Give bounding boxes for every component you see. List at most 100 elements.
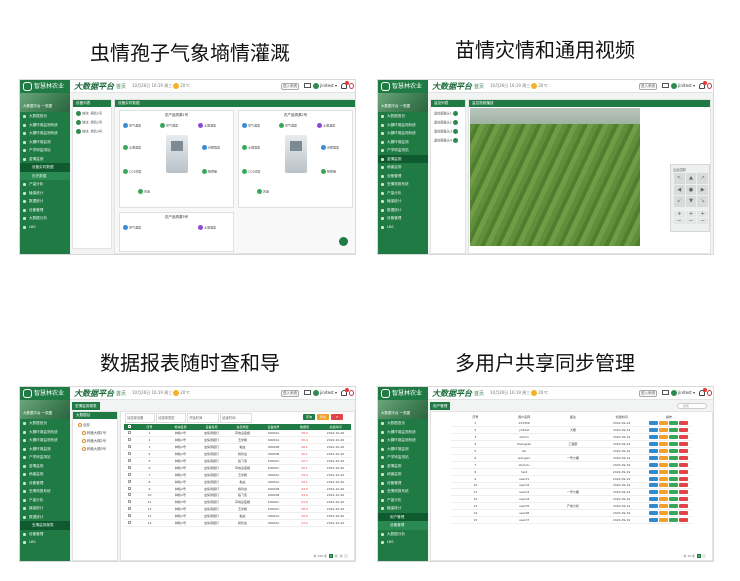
row-checkbox[interactable] xyxy=(124,478,134,486)
sidebar-item[interactable]: 大棚环境监测系统 xyxy=(20,129,70,138)
delete-button[interactable] xyxy=(679,462,688,467)
table-row[interactable]: 2 jinitest 大棚 2022-09-19 xyxy=(451,426,692,435)
permission-button[interactable] xyxy=(669,449,678,453)
sidebar-item[interactable]: 病害监测 xyxy=(378,470,428,479)
permission-button[interactable] xyxy=(669,442,678,447)
table-row[interactable]: 11 user03 一号大棚 2022-09-19 xyxy=(451,488,692,497)
edit-button[interactable] xyxy=(649,504,658,509)
sidebar-item[interactable]: 大棚环境监测 xyxy=(20,445,70,454)
delete-button[interactable] xyxy=(679,435,688,440)
table-row[interactable]: 14 种植1号 虫情测报灯 棉铃虫 40000A 37.2 2022-10-26 xyxy=(124,519,351,527)
reset-password-button[interactable] xyxy=(659,449,668,453)
focus-in-button[interactable]: + xyxy=(685,211,697,217)
home-link[interactable]: 首页 xyxy=(474,390,484,397)
table-row[interactable]: 14 user06 2022-09-19 xyxy=(451,509,692,517)
user-menu[interactable]: jinitest ▾ xyxy=(313,390,337,396)
reset-password-button[interactable] xyxy=(659,490,668,495)
ptz-up-button[interactable]: ▲ xyxy=(685,173,697,184)
app-logo[interactable]: 智慧林农业 xyxy=(20,80,70,93)
sidebar-item[interactable]: 设备管理 xyxy=(378,479,428,488)
enter-system-button[interactable]: 进入系统 xyxy=(639,83,657,90)
table-row[interactable]: 3 种植2号 虫情测报灯 黏虫 40000B 48.1 2022-10-26 xyxy=(124,443,351,452)
delete-button[interactable]: ✕ xyxy=(331,414,343,420)
row-checkbox[interactable] xyxy=(124,471,134,479)
sidebar-item[interactable]: 设备管理 xyxy=(20,206,70,215)
enter-system-button[interactable]: 进入系统 xyxy=(639,390,657,397)
sidebar-item[interactable]: 大棚环境监测系统 xyxy=(20,428,70,437)
tree-node[interactable]: 种植大棚1号 xyxy=(82,430,117,435)
ptz-right-button[interactable]: ▶ xyxy=(697,184,708,196)
sidebar-item[interactable]: 设备管理 xyxy=(20,479,70,488)
table-row[interactable]: 10 user02 2022-09-19 xyxy=(451,482,692,490)
edit-button[interactable] xyxy=(649,517,658,522)
sidebar-item[interactable]: 产量分析 xyxy=(378,496,428,505)
table-row[interactable]: 7 zhaoliu 2022-09-19 xyxy=(451,461,692,469)
permission-button[interactable] xyxy=(669,435,678,440)
edit-button[interactable] xyxy=(649,490,658,495)
next-page-button[interactable]: › xyxy=(702,554,706,558)
row-checkbox[interactable] xyxy=(124,512,134,521)
device-item[interactable]: 地块: 墒情1号 xyxy=(76,111,108,116)
start-date-input[interactable]: 开始时间 xyxy=(187,413,220,423)
sidebar-item[interactable]: 大数据首页 xyxy=(20,419,70,428)
sidebar-item[interactable]: 设备管理 xyxy=(378,214,428,223)
video-player[interactable] xyxy=(470,108,640,246)
power-icon[interactable] xyxy=(707,83,712,89)
sidebar-item[interactable]: 植保统计 xyxy=(20,504,70,513)
page-button[interactable]: 1 xyxy=(697,554,701,558)
reset-password-button[interactable] xyxy=(659,517,668,522)
power-icon[interactable] xyxy=(349,390,354,396)
table-row[interactable]: 1 种植1号 虫情测报灯 草地贪夜蛾 40000A 38.0 2022-10-26 xyxy=(124,430,351,438)
sidebar-item[interactable]: 虫情测报系统 xyxy=(378,487,428,496)
user-menu[interactable]: jinitest ▾ xyxy=(671,390,695,396)
sidebar-item[interactable]: 设备管理 xyxy=(20,530,70,539)
app-logo[interactable]: 智慧林农业 xyxy=(378,387,428,400)
edit-button[interactable] xyxy=(649,511,658,516)
reset-password-button[interactable] xyxy=(659,455,668,460)
export-button[interactable]: 导出 xyxy=(317,414,329,420)
edit-button[interactable] xyxy=(649,428,658,433)
table-row[interactable]: 6 种植3号 虫情测报灯 草地贪夜蛾 40000C 50.1 2022-10-26 xyxy=(124,464,351,472)
sidebar-item[interactable]: 苗情监测 xyxy=(20,155,70,164)
iris-out-button[interactable]: − xyxy=(697,218,708,224)
table-row[interactable]: 5 种植3号 虫情测报灯 稻飞虱 40000C 42.7 2022-10-26 xyxy=(124,457,351,465)
sidebar-item[interactable]: 产学研监测站 xyxy=(378,453,428,462)
sidebar-item[interactable]: 大棚环境监测系统 xyxy=(378,129,428,138)
sidebar-subitem-realtime[interactable]: 设备实时数据 xyxy=(20,163,70,172)
delete-button[interactable] xyxy=(679,469,688,474)
delete-button[interactable] xyxy=(679,490,688,495)
permission-button[interactable] xyxy=(669,455,678,460)
permission-button[interactable] xyxy=(669,483,678,488)
ptz-up-right-button[interactable]: ↗ xyxy=(697,173,708,184)
enter-system-button[interactable]: 进入系统 xyxy=(281,83,299,90)
ptz-down-button[interactable]: ▼ xyxy=(685,196,697,207)
device-item[interactable]: 地块: 墒情2号 xyxy=(76,120,108,125)
sidebar-item[interactable]: 大数据首页 xyxy=(378,419,428,428)
sidebar-item[interactable]: 苗情监测 xyxy=(378,462,428,471)
table-row[interactable]: 8 test 2022-09-19 xyxy=(451,468,692,476)
table-row[interactable]: 12 user04 2022-09-19 xyxy=(451,495,692,504)
table-row[interactable]: 2 种植1号 虫情测报灯 玉米螟 40000A 36.4 2022-10-26 xyxy=(124,436,351,445)
table-row[interactable]: 13 种植1号 虫情测报灯 黏虫 40000A 39.5 2022-10-26 xyxy=(124,512,351,521)
reset-password-button[interactable] xyxy=(659,442,668,447)
delete-button[interactable] xyxy=(679,517,688,522)
next-page-button[interactable]: › xyxy=(344,554,348,558)
device-select[interactable]: 请选择设备 xyxy=(125,413,155,423)
monitor-icon[interactable] xyxy=(662,390,669,395)
edit-button[interactable] xyxy=(649,476,658,481)
delete-button[interactable] xyxy=(679,483,688,488)
permission-button[interactable] xyxy=(669,421,678,426)
camera-item[interactable]: 监控摄像头1 xyxy=(434,111,462,116)
page-button[interactable]: 2 xyxy=(334,554,338,558)
chat-fab-button[interactable] xyxy=(339,237,348,246)
delete-button[interactable] xyxy=(679,421,688,426)
sidebar-item[interactable]: 产量分析 xyxy=(20,180,70,189)
reset-password-button[interactable] xyxy=(659,421,668,426)
permission-button[interactable] xyxy=(669,490,678,495)
row-checkbox[interactable] xyxy=(124,505,134,514)
sidebar-item[interactable]: 植保统计 xyxy=(378,504,428,513)
permission-button[interactable] xyxy=(669,511,678,516)
sidebar-subitem[interactable]: 设备管理 xyxy=(378,521,428,530)
power-icon[interactable] xyxy=(707,390,712,396)
tree-node[interactable]: 种植大棚3号 xyxy=(82,446,117,451)
